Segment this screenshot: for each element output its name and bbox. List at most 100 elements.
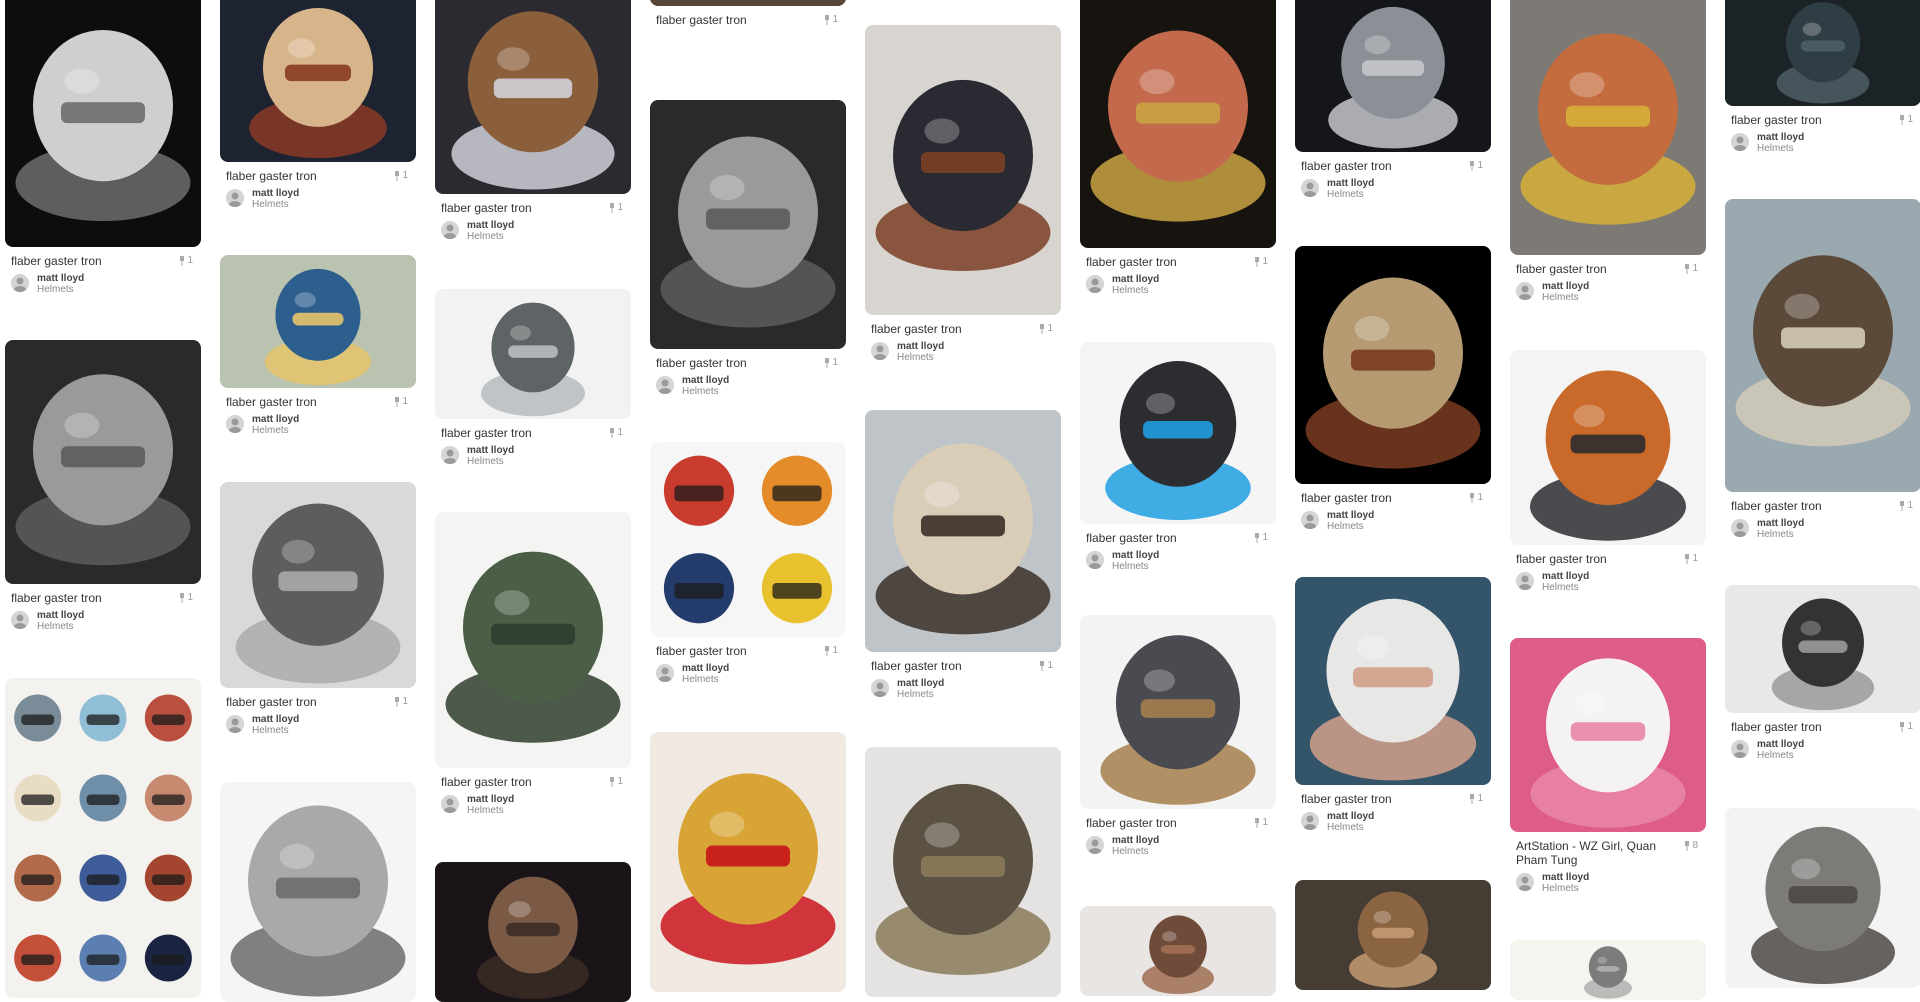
astronaut-portrait-image[interactable] [1295,577,1491,785]
pinner-name[interactable]: matt lloyd [682,375,729,386]
pin-title[interactable]: flaber gaster tron [11,254,161,268]
board-name[interactable]: Helmets [37,621,74,632]
pin-title[interactable]: flaber gaster tron [226,169,376,183]
rusty-iron-helmet-image[interactable] [435,862,631,1002]
pinner-name[interactable]: matt lloyd [467,445,514,456]
board-name[interactable]: Helmets [252,425,289,436]
pin-title[interactable]: flaber gaster tron [226,695,376,709]
avatar[interactable] [1516,282,1534,300]
pinner-name[interactable]: matt lloyd [252,188,299,199]
four-racing-helmets-image[interactable] [650,442,846,637]
board-name[interactable]: Helmets [897,352,934,363]
board-name[interactable]: Helmets [1757,529,1794,540]
pinner-name[interactable]: matt lloyd [467,794,514,805]
avatar[interactable] [1516,873,1534,891]
pin-title[interactable]: flaber gaster tron [1731,720,1881,734]
feathered-bird-helmet-image[interactable] [220,255,416,388]
board-name[interactable]: Helmets [1112,561,1149,572]
avatar[interactable] [1086,275,1104,293]
pin-title[interactable]: flaber gaster tron [1086,816,1236,830]
avatar[interactable] [1301,812,1319,830]
avatar[interactable] [441,795,459,813]
pin-title[interactable]: flaber gaster tron [871,322,1021,336]
avatar[interactable] [441,221,459,239]
avatar[interactable] [1731,519,1749,537]
tibetan-crowned-demon-mask-image[interactable] [1080,0,1276,248]
grey-open-face-helmet-image[interactable] [435,289,631,419]
pin-title[interactable]: flaber gaster tron [656,644,806,658]
avatar[interactable] [1086,551,1104,569]
avatar[interactable] [226,189,244,207]
avatar[interactable] [1731,133,1749,151]
boots-on-seated-figure-image[interactable] [435,0,631,194]
board-name[interactable]: Helmets [1327,822,1364,833]
board-name[interactable]: Helmets [37,284,74,295]
pinner-name[interactable]: matt lloyd [1327,811,1374,822]
board-name[interactable]: Helmets [1542,582,1579,593]
samurai-kabuto-image[interactable] [1080,615,1276,809]
helmet-sketch-sheet-image[interactable] [1510,940,1706,1000]
pinner-name[interactable]: matt lloyd [37,273,84,284]
board-name[interactable]: Helmets [1757,143,1794,154]
pinner-name[interactable]: matt lloyd [1542,571,1589,582]
gas-mask-soldier-bw-image[interactable] [5,340,201,584]
board-name[interactable]: Helmets [1542,292,1579,303]
pinner-name[interactable]: matt lloyd [897,678,944,689]
pin-title[interactable]: flaber gaster tron [441,775,591,789]
avatar[interactable] [1731,740,1749,758]
pin-title[interactable]: flaber gaster tron [1731,113,1881,127]
board-name[interactable]: Helmets [1112,846,1149,857]
pinner-name[interactable]: matt lloyd [1542,872,1589,883]
board-name[interactable]: Helmets [1757,750,1794,761]
dark-figure-legs-image[interactable] [1725,0,1920,106]
pinner-name[interactable]: matt lloyd [1327,178,1374,189]
avatar[interactable] [871,679,889,697]
pin-title[interactable]: ArtStation - WZ Girl, Quan Pham Tung [1516,839,1666,867]
pinner-name[interactable]: matt lloyd [252,414,299,425]
pinner-name[interactable]: matt lloyd [897,341,944,352]
pin-title[interactable]: flaber gaster tron [1301,159,1451,173]
bronze-helmet-dark-image[interactable] [1295,880,1491,990]
avatar[interactable] [441,446,459,464]
masked-dancers-image[interactable] [1510,0,1706,255]
board-name[interactable]: Helmets [467,456,504,467]
avatar[interactable] [871,342,889,360]
pin-title[interactable]: flaber gaster tron [871,659,1021,673]
pin-title[interactable]: flaber gaster tron [441,201,591,215]
pinner-name[interactable]: matt lloyd [1757,518,1804,529]
pin-title[interactable]: flaber gaster tron [656,356,806,370]
pin-title[interactable]: flaber gaster tron [1301,792,1451,806]
board-name[interactable]: Helmets [1327,521,1364,532]
pinner-name[interactable]: matt lloyd [1327,510,1374,521]
pinner-name[interactable]: matt lloyd [1112,274,1159,285]
board-name[interactable]: Helmets [1112,285,1149,296]
aviator-with-goggles-bw-image[interactable] [650,100,846,349]
avatar[interactable] [656,376,674,394]
avatar[interactable] [1086,836,1104,854]
golden-corinthian-helmet-image[interactable] [650,732,846,992]
avatar[interactable] [11,611,29,629]
pin-title[interactable]: flaber gaster tron [1301,491,1451,505]
board-name[interactable]: Helmets [682,674,719,685]
avatar[interactable] [1516,572,1534,590]
board-name[interactable]: Helmets [682,386,719,397]
board-name[interactable]: Helmets [897,689,934,700]
steel-armet-helmet-image[interactable] [1725,808,1920,988]
pinner-name[interactable]: matt lloyd [37,610,84,621]
board-name[interactable]: Helmets [1542,883,1579,894]
avatar[interactable] [656,664,674,682]
avatar[interactable] [11,274,29,292]
pin-title[interactable]: flaber gaster tron [1086,255,1236,269]
tibetan-skull-mask-image[interactable] [220,0,416,162]
top-cropped-photo-image[interactable] [650,0,846,6]
pin-title[interactable]: flaber gaster tron [1516,552,1666,566]
avatar[interactable] [226,715,244,733]
avatar[interactable] [1301,179,1319,197]
pin-title[interactable]: flaber gaster tron [1086,531,1236,545]
white-masked-figure-in-suit-image[interactable] [5,0,201,247]
astronaut-figures-bw-image[interactable] [1725,585,1920,713]
ornate-silver-skull-image[interactable] [1295,0,1491,152]
pin-title[interactable]: flaber gaster tron [1731,499,1881,513]
orange-scooter-helmet-image[interactable] [1510,350,1706,545]
board-name[interactable]: Helmets [252,725,289,736]
